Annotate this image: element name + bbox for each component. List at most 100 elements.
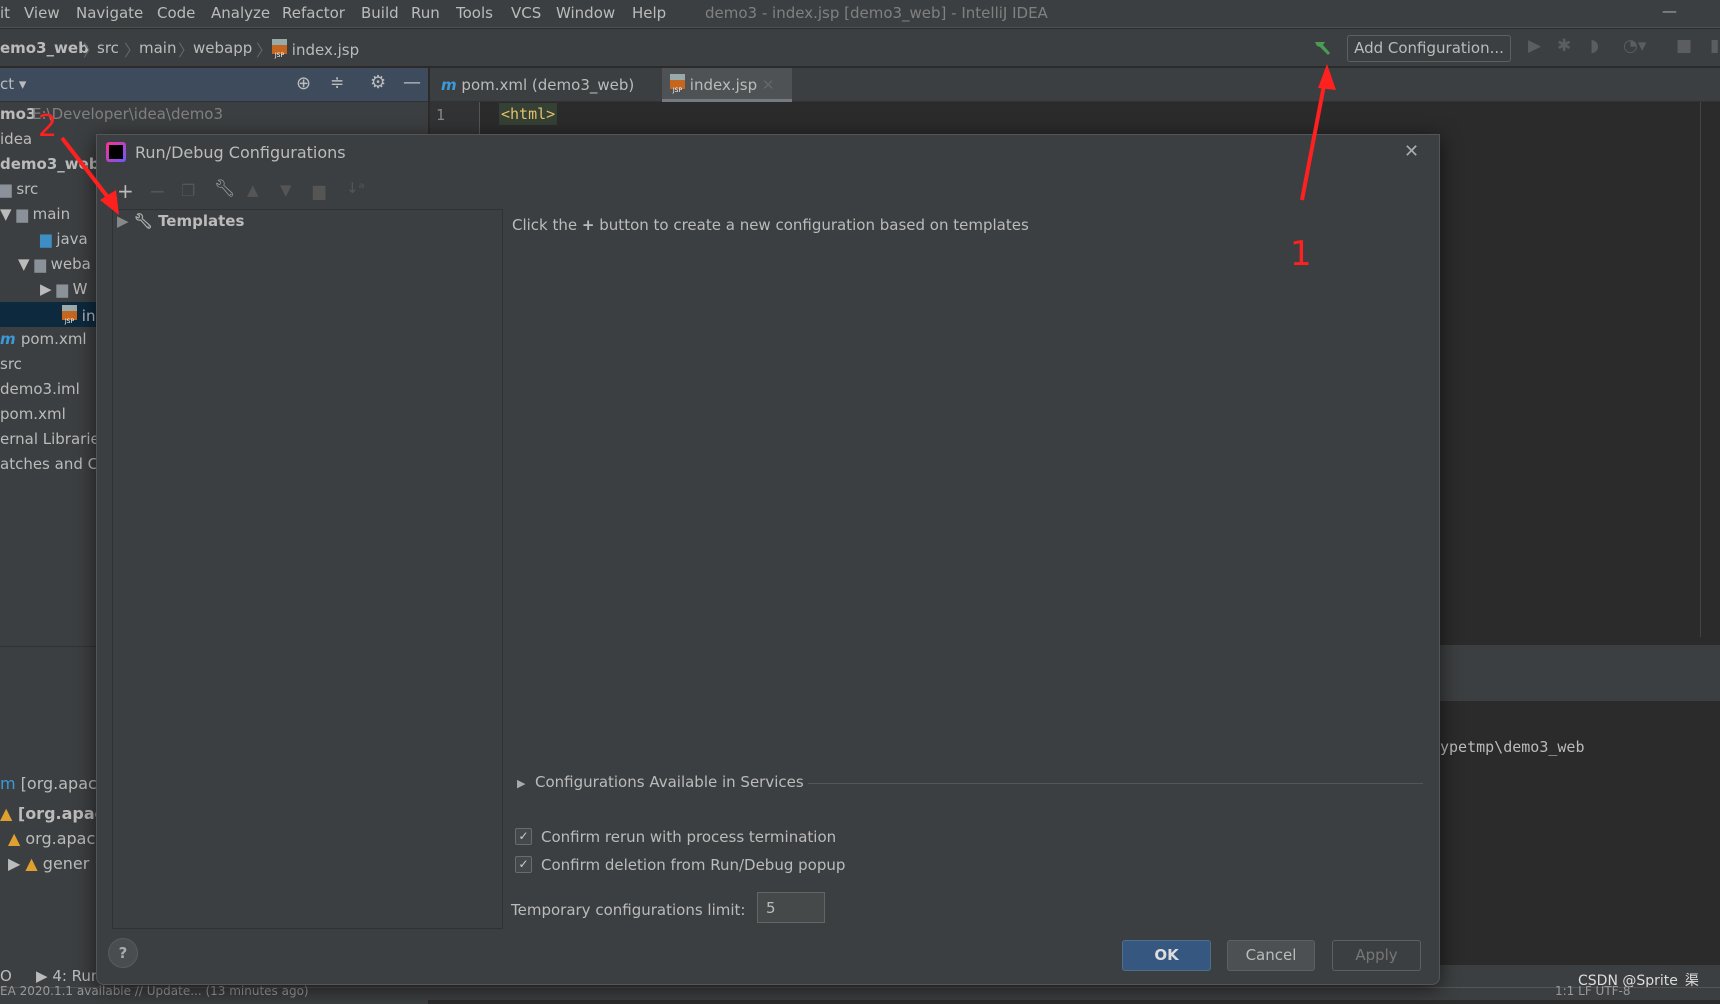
run-tab[interactable]: ▶ 4: Run xyxy=(36,967,100,985)
todo-tab[interactable]: O xyxy=(0,967,12,985)
window-title: demo3 - index.jsp [demo3_web] - IntelliJ… xyxy=(705,4,1048,22)
status-message[interactable]: EA 2020.1.1 available // Update... (13 m… xyxy=(0,984,309,998)
project-view-selector[interactable]: ct ▾ xyxy=(0,75,26,93)
services-section-toggle[interactable]: ▶ Configurations Available in Services xyxy=(517,773,804,791)
maven-icon: m xyxy=(441,76,457,94)
menu-build[interactable]: Build xyxy=(361,4,399,22)
remove-configuration-icon[interactable]: − xyxy=(149,179,166,203)
stop-icon[interactable]: ■ xyxy=(1676,36,1692,56)
status-right: 1:1 LF UTF-8 xyxy=(1555,984,1631,998)
breadcrumb-separator: 〉 xyxy=(256,41,273,60)
folder-icon: ▆ xyxy=(0,180,17,198)
services-label: Configurations Available in Services xyxy=(535,773,804,791)
close-dialog-button[interactable]: ✕ xyxy=(1404,141,1419,162)
tree-item[interactable]: ▼ ▆ main xyxy=(0,205,70,223)
move-down-icon[interactable]: ▼ xyxy=(280,181,292,199)
profile-icon[interactable]: ◔▾ xyxy=(1623,36,1646,56)
menu-window[interactable]: Window xyxy=(556,4,615,22)
menu-navigate[interactable]: Navigate xyxy=(76,4,143,22)
collapse-all-icon[interactable]: ≑ xyxy=(330,73,344,93)
confirm-deletion-checkbox[interactable]: ✓ xyxy=(515,856,532,873)
tree-item[interactable]: ▼ ▆ weba xyxy=(18,255,91,273)
tree-item[interactable]: src xyxy=(0,355,22,373)
coverage-icon[interactable]: ◗ xyxy=(1590,36,1599,56)
menu-tools[interactable]: Tools xyxy=(456,4,493,22)
ok-button[interactable]: OK xyxy=(1122,940,1211,971)
run-tree-item[interactable]: ▲ org.apac xyxy=(8,829,95,848)
temp-limit-input[interactable] xyxy=(757,892,825,923)
tab-pom-xml[interactable]: m pom.xml (demo3_web) ✕ xyxy=(433,68,658,128)
breadcrumb-src[interactable]: src xyxy=(97,39,119,57)
code-line: <html> xyxy=(499,103,558,125)
cancel-button[interactable]: Cancel xyxy=(1227,940,1315,971)
source-folder-icon: ▆ xyxy=(40,230,57,248)
tree-item[interactable]: m pom.xml xyxy=(0,330,87,348)
collapsed-arrow-icon: ▶ xyxy=(117,212,129,230)
collapsed-arrow-icon: ▶ xyxy=(8,854,26,873)
run-tree-item[interactable]: ▶ ▲ gener xyxy=(8,854,89,873)
menu-run[interactable]: Run xyxy=(411,4,440,22)
apply-button[interactable]: Apply xyxy=(1332,940,1421,971)
tree-item[interactable]: ernal Libraries xyxy=(0,430,108,448)
locate-icon[interactable]: ⊕ xyxy=(296,73,311,94)
breadcrumb-webapp[interactable]: webapp xyxy=(193,39,252,57)
editor-tabs: m pom.xml (demo3_web) ✕ JSP index.jsp ✕ xyxy=(430,68,1720,128)
wrench-icon: 🔧︎ xyxy=(133,212,153,230)
tree-item[interactable]: ▆ java xyxy=(40,230,88,248)
menu-refactor[interactable]: Refactor xyxy=(282,4,345,22)
add-configuration-button[interactable]: Add Configuration... xyxy=(1347,35,1511,62)
menu-bar: it View Navigate Code Analyze Refactor B… xyxy=(0,0,1720,28)
breadcrumb-module[interactable]: emo3_web xyxy=(0,39,89,57)
jsp-file-icon: JSP xyxy=(670,74,685,94)
right-margin xyxy=(1700,102,1701,637)
tree-item-root[interactable]: mo3 xyxy=(0,105,36,123)
tree-item[interactable]: pom.xml xyxy=(0,405,66,423)
gear-icon[interactable]: ⚙ xyxy=(370,72,386,93)
warning-icon: ▲ xyxy=(8,829,26,848)
menu-edit[interactable]: it xyxy=(0,4,10,22)
menu-vcs[interactable]: VCS xyxy=(511,4,541,22)
menu-code[interactable]: Code xyxy=(157,4,195,22)
tab-label: index.jsp xyxy=(689,76,758,94)
tree-item[interactable]: demo3_web xyxy=(0,155,100,173)
folder-icon: ▆ xyxy=(16,205,33,223)
tree-item[interactable]: idea xyxy=(0,130,32,148)
warning-icon: ▲ xyxy=(0,804,18,823)
wrench-icon[interactable]: 🔧︎ xyxy=(214,179,236,199)
tree-item[interactable]: demo3.iml xyxy=(0,380,80,398)
breadcrumb-main[interactable]: main xyxy=(139,39,176,57)
debug-icon[interactable]: ✱ xyxy=(1557,36,1571,56)
tree-item[interactable]: ▶ ▆ W xyxy=(40,280,87,298)
dialog-title: Run/Debug Configurations xyxy=(135,143,346,162)
templates-label: Templates xyxy=(158,212,245,230)
menu-help[interactable]: Help xyxy=(632,4,666,22)
temp-limit-label: Temporary configurations limit: xyxy=(511,901,746,919)
jsp-file-icon: JSP xyxy=(62,305,77,325)
tab-label: pom.xml (demo3_web) xyxy=(461,76,635,94)
minimize-button[interactable]: — xyxy=(1662,2,1677,20)
menu-view[interactable]: View xyxy=(24,4,60,22)
intellij-logo-icon xyxy=(106,142,126,162)
layout-icon[interactable]: ▮ xyxy=(1710,36,1719,56)
build-hammer-icon[interactable] xyxy=(1312,37,1334,59)
breadcrumb-file[interactable]: JSP index.jsp xyxy=(272,39,359,59)
move-up-icon[interactable]: ▲ xyxy=(247,181,259,199)
hide-panel-icon[interactable]: — xyxy=(403,72,421,93)
new-folder-icon[interactable]: ▆ xyxy=(313,181,325,200)
add-configuration-icon[interactable]: + xyxy=(117,179,134,203)
confirm-rerun-checkbox[interactable]: ✓ xyxy=(515,828,532,845)
breadcrumb-file-label: index.jsp xyxy=(291,41,360,59)
empty-hint: Click the + button to create a new confi… xyxy=(512,216,1029,234)
close-tab-icon[interactable]: ✕ xyxy=(762,76,775,94)
help-button[interactable]: ? xyxy=(108,938,138,968)
expanded-arrow-icon: ▼ xyxy=(0,205,17,223)
menu-analyze[interactable]: Analyze xyxy=(211,4,270,22)
run-icon[interactable]: ▶ xyxy=(1528,36,1541,56)
sort-icon[interactable]: ↓ᵃ xyxy=(346,179,364,197)
tab-index-jsp[interactable]: JSP index.jsp ✕ xyxy=(662,68,792,102)
navigation-bar: emo3_web 〉 src 〉 main 〉 webapp 〉 JSP ind… xyxy=(0,29,1720,67)
tree-item[interactable]: ▆ src xyxy=(0,180,38,198)
copy-configuration-icon[interactable]: ❐ xyxy=(181,181,195,200)
tree-item-templates[interactable]: ▶ 🔧︎ Templates xyxy=(117,212,244,230)
tree-item[interactable]: atches and Co xyxy=(0,455,107,473)
